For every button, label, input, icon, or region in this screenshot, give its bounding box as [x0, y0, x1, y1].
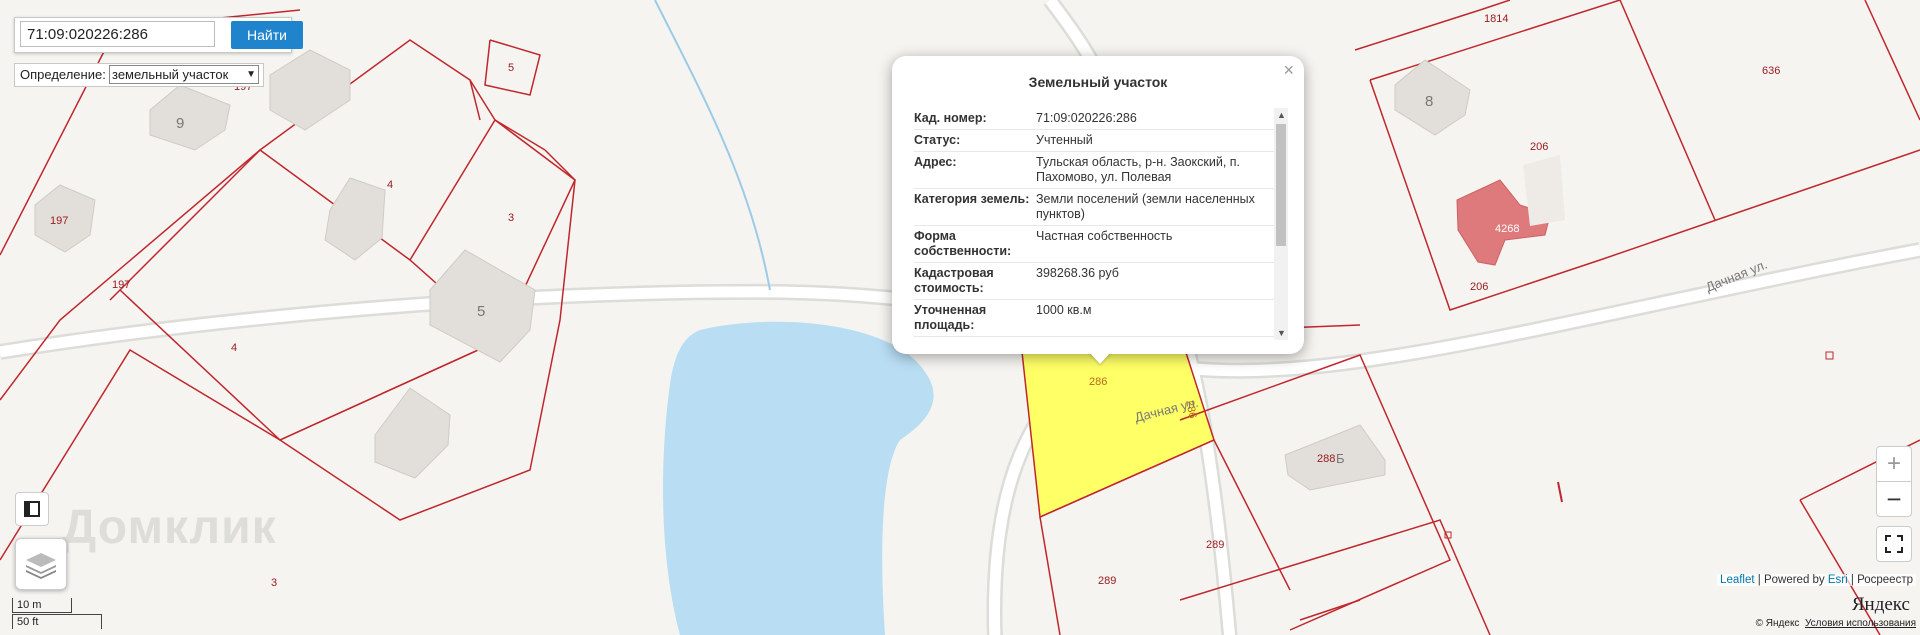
zoom-in-button[interactable]: + — [1876, 446, 1912, 482]
info-value: Частная собственность — [1036, 229, 1173, 243]
esri-link[interactable]: Esri — [1828, 574, 1848, 586]
label-building-suffix: Б — [1336, 451, 1345, 466]
find-button[interactable]: Найти — [231, 21, 303, 49]
map-attribution: Leaflet | Powered by Esri | Росреестр — [1717, 574, 1916, 586]
scale-metric: 10 m — [17, 599, 42, 611]
label-3b: 3 — [271, 577, 277, 589]
leaflet-link[interactable]: Leaflet — [1720, 574, 1755, 586]
cadastral-search-input[interactable] — [20, 21, 215, 47]
label-206b: 206 — [1470, 281, 1488, 293]
zoom-out-button[interactable]: − — [1876, 481, 1912, 517]
label-289a: 289 — [1206, 539, 1224, 551]
popup-scrollbar[interactable]: ▲ ▼ — [1274, 108, 1288, 340]
info-row: Кад. номер: 71:09:020226:286 — [914, 108, 1288, 130]
yandex-logo: Яндекс — [1851, 594, 1910, 615]
definition-panel: Определение: земельный участок ▼ — [14, 63, 264, 87]
info-row: Кадастровая стоимость: 398268.36 руб — [914, 263, 1288, 300]
popup-info-table[interactable]: Кад. номер: 71:09:020226:286 Статус: Учтен… — [914, 108, 1288, 340]
label-289b: 289 — [1098, 575, 1116, 587]
info-value: 71:09:020226:286 — [1036, 111, 1137, 125]
fullscreen-icon — [1885, 535, 1903, 553]
label-4268: 4268 — [1495, 223, 1519, 235]
label-286: 286 — [1089, 376, 1107, 388]
layers-icon — [26, 553, 56, 579]
label-197c: 197 — [112, 279, 130, 291]
scroll-up-icon[interactable]: ▲ — [1277, 110, 1286, 120]
fullscreen-button[interactable] — [1876, 526, 1912, 562]
info-row: Разрешенноеundefined — [914, 337, 1288, 340]
scale-imperial: 50 ft — [17, 616, 39, 628]
scroll-down-icon[interactable]: ▼ — [1277, 328, 1286, 338]
draw-tool-button[interactable] — [15, 492, 49, 526]
info-row: Форма собственности: Частная собственност… — [914, 226, 1288, 263]
selected-parcel[interactable] — [1021, 339, 1215, 519]
draw-square-icon — [24, 501, 40, 517]
lake — [663, 321, 934, 635]
label-197b: 197 — [50, 215, 68, 227]
terms-link[interactable]: Условия использования — [1805, 618, 1916, 629]
definition-label: Определение: — [20, 67, 106, 82]
popup-tip — [1089, 352, 1111, 364]
search-panel: Найти — [14, 17, 303, 53]
label-636: 636 — [1762, 65, 1780, 77]
info-key: Статус: — [914, 133, 961, 147]
parcel-info-popup: × Земельный участок Кад. номер: 71:09:020… — [892, 56, 1304, 354]
info-key: Кадастровая стоимость: — [914, 266, 994, 295]
info-key: Уточненная площадь: — [914, 303, 987, 332]
info-row: Категория земель: Земли поселений (земли … — [914, 189, 1288, 226]
label-206a: 206 — [1530, 141, 1548, 153]
label-4b: 4 — [231, 342, 237, 354]
label-3a: 3 — [508, 212, 514, 224]
info-key: Форма собственности: — [914, 229, 1012, 258]
info-value: 398268.36 руб — [1036, 266, 1119, 280]
info-row: Адрес: Тульская область, р-н. Заокский, п… — [914, 152, 1288, 189]
info-row: Уточненная площадь: 1000 кв.м — [914, 300, 1288, 337]
scroll-thumb[interactable] — [1276, 124, 1286, 246]
layers-button[interactable] — [15, 538, 67, 590]
label-house-9: 9 — [176, 115, 184, 132]
popup-title: Земельный участок — [1028, 74, 1168, 90]
info-key: Кад. номер: — [914, 111, 987, 125]
info-key: Адрес: — [914, 155, 957, 169]
info-key: Категория земель: — [914, 192, 1030, 206]
info-value: Учтенный — [1036, 133, 1093, 147]
yandex-copyright: © Яндекс Условия использования — [1755, 618, 1916, 629]
label-1814: 1814 — [1484, 13, 1508, 25]
label-4a: 4 — [387, 179, 393, 191]
info-value: Земли поселений (земли населенных пункто… — [1036, 192, 1255, 221]
info-row: Статус: Учтенный — [914, 130, 1288, 152]
chevron-down-icon: ▼ — [246, 69, 256, 80]
info-value: Тульская область, р-н. Заокский, п. Пахо… — [1036, 155, 1241, 184]
label-house-8: 8 — [1425, 93, 1433, 110]
definition-selected: земельный участок — [112, 67, 229, 82]
definition-select[interactable]: земельный участок ▼ — [109, 65, 259, 84]
info-value: 1000 кв.м — [1036, 303, 1092, 317]
label-288: 288 — [1317, 453, 1335, 465]
label-house-5: 5 — [477, 303, 485, 320]
domclick-watermark: Домклик — [62, 501, 277, 554]
stream — [654, 0, 771, 291]
label-5top: 5 — [508, 62, 514, 74]
